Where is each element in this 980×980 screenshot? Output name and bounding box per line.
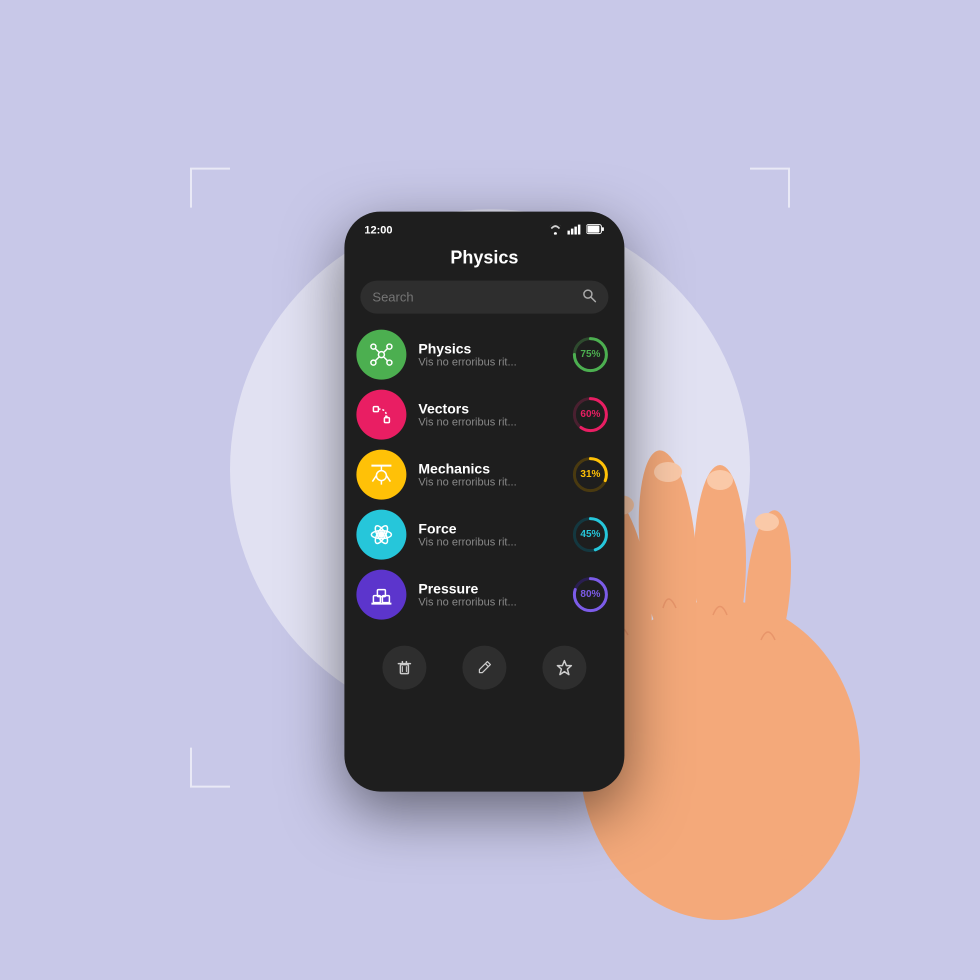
phone-wrapper: 12:00: [344, 212, 624, 792]
progress-label-vectors: 60%: [580, 409, 600, 420]
course-info-mechanics: Mechanics Vis no erroribus rit...: [418, 461, 556, 489]
course-subtitle-pressure: Vis no erroribus rit...: [418, 597, 556, 609]
course-icon-vectors: [356, 390, 406, 440]
course-info-vectors: Vectors Vis no erroribus rit...: [418, 401, 556, 429]
course-name-vectors: Vectors: [418, 401, 556, 417]
progress-label-physics: 75%: [580, 349, 600, 360]
course-subtitle-vectors: Vis no erroribus rit...: [418, 417, 556, 429]
progress-label-mechanics: 31%: [580, 469, 600, 480]
battery-icon: [586, 224, 604, 238]
corner-bl: [190, 748, 230, 788]
progress-label-force: 45%: [580, 529, 600, 540]
progress-ring-force: 45%: [568, 513, 612, 557]
course-info-pressure: Pressure Vis no erroribus rit...: [418, 581, 556, 609]
course-subtitle-mechanics: Vis no erroribus rit...: [418, 477, 556, 489]
status-icons: [548, 224, 604, 238]
wifi-icon: [548, 224, 562, 238]
course-icon-physics: [356, 330, 406, 380]
course-info-force: Force Vis no erroribus rit...: [418, 521, 556, 549]
search-icon: [582, 289, 596, 306]
star-button[interactable]: [542, 646, 586, 690]
app-title: Physics: [344, 244, 624, 281]
course-list: Physics Vis no erroribus rit... 75% Vect…: [344, 330, 624, 620]
course-item-physics[interactable]: Physics Vis no erroribus rit... 75%: [356, 330, 612, 380]
course-name-pressure: Pressure: [418, 581, 556, 597]
progress-ring-mechanics: 31%: [568, 453, 612, 497]
status-bar: 12:00: [344, 212, 624, 244]
course-item-mechanics[interactable]: Mechanics Vis no erroribus rit... 31%: [356, 450, 612, 500]
course-name-mechanics: Mechanics: [418, 461, 556, 477]
course-name-physics: Physics: [418, 341, 556, 357]
course-item-pressure[interactable]: Pressure Vis no erroribus rit... 80%: [356, 570, 612, 620]
course-icon-mechanics: [356, 450, 406, 500]
edit-button[interactable]: [462, 646, 506, 690]
course-info-physics: Physics Vis no erroribus rit...: [418, 341, 556, 369]
progress-ring-pressure: 80%: [568, 573, 612, 617]
progress-label-pressure: 80%: [580, 589, 600, 600]
corner-tr: [750, 168, 790, 208]
status-time: 12:00: [364, 225, 392, 237]
course-item-force[interactable]: Force Vis no erroribus rit... 45%: [356, 510, 612, 560]
corner-tl: [190, 168, 230, 208]
progress-ring-physics: 75%: [568, 333, 612, 377]
course-icon-force: [356, 510, 406, 560]
course-subtitle-physics: Vis no erroribus rit...: [418, 357, 556, 369]
bottom-toolbar: [344, 630, 624, 710]
course-item-vectors[interactable]: Vectors Vis no erroribus rit... 60%: [356, 390, 612, 440]
phone: 12:00: [344, 212, 624, 792]
search-bar[interactable]: [360, 281, 608, 314]
course-icon-pressure: [356, 570, 406, 620]
progress-ring-vectors: 60%: [568, 393, 612, 437]
search-input[interactable]: [372, 290, 574, 305]
signal-icon: [567, 224, 581, 238]
course-name-force: Force: [418, 521, 556, 537]
course-subtitle-force: Vis no erroribus rit...: [418, 537, 556, 549]
delete-button[interactable]: [382, 646, 426, 690]
